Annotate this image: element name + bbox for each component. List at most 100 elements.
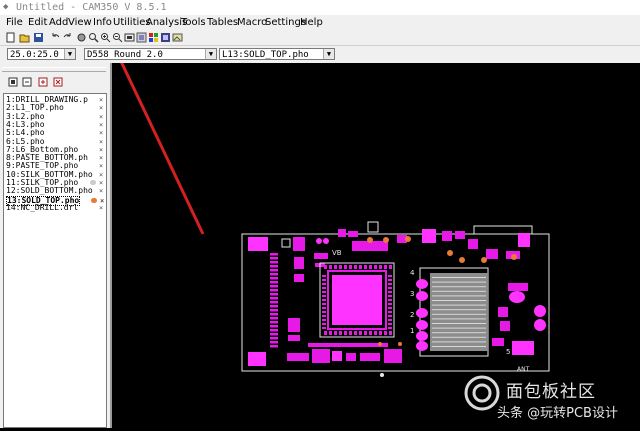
layer-add-icon[interactable] [38,77,48,87]
menu-utilities[interactable]: Utilities [113,15,151,30]
edge-pad [270,329,278,332]
shield-line [432,332,486,334]
menu-file[interactable]: File [6,15,23,30]
edge-pad [270,345,278,348]
save-icon[interactable] [33,32,44,43]
edge-pad [270,285,278,288]
layer-toggle-icon[interactable]: × [99,121,103,129]
layer-toggle-icon[interactable]: × [99,179,103,187]
window-title: Untitled - CAM350 V 8.5.1 [16,2,167,13]
zoom-in-icon[interactable] [100,32,111,43]
layer-visible-icon[interactable] [22,77,32,87]
component-pad [288,335,300,341]
menu-info[interactable]: Info [93,15,112,30]
menu-bar: File Edit Add View Info Utilities Analys… [0,15,640,30]
layer-toggle-icon[interactable]: × [99,204,103,212]
redo-icon[interactable] [62,32,73,43]
menu-macro[interactable]: Macro [237,15,267,30]
menu-add[interactable]: Add [49,15,68,30]
layer-color-swatch[interactable] [91,197,97,203]
component-pad [534,305,546,317]
silk-label-4: 4 [410,269,415,277]
dcode-select[interactable]: D558 Round 2.0 ▼ [84,48,217,60]
chevron-down-icon[interactable]: ▼ [323,49,334,59]
chevron-down-icon[interactable]: ▼ [205,49,216,59]
edge-pad [270,341,278,344]
component-pad [509,291,525,303]
layer-toggle-icon[interactable]: × [99,104,103,112]
shield-line [432,346,486,347]
cpu-pin [322,291,326,293]
cpu-pin [388,307,392,309]
zoom-window-icon[interactable] [88,32,99,43]
shield-line [432,290,486,292]
layer-toggle-icon[interactable]: × [99,138,103,146]
layer-toggle-icon[interactable]: × [99,171,103,179]
via-accent [511,254,517,260]
layer-color-swatch[interactable] [90,180,96,185]
layer-toggle-icon[interactable]: × [99,162,103,170]
component-pad [348,231,358,237]
shield-pad [416,291,428,301]
menu-tables[interactable]: Tables [207,15,238,30]
watermark-logo-icon [464,375,500,411]
silk-label-1: 1 [410,327,414,335]
cpu-pin [324,331,327,335]
fit-all-icon[interactable] [124,32,135,43]
layer-toggle-icon[interactable]: × [99,146,103,154]
shield-line [432,313,486,315]
cpu-pin [334,265,337,269]
cpu-pin [388,327,392,329]
redraw-icon[interactable] [136,32,147,43]
cpu-pin [388,279,392,281]
undo-icon[interactable] [50,32,61,43]
silk-label-2: 2 [410,311,414,319]
layer-panel: 1:DRILL_DRAWING.p × 2:L1_TOP.pho × 3:L2.pho ×… [0,63,112,428]
menu-view[interactable]: View [68,15,92,30]
layer-colors-icon[interactable] [148,32,159,43]
menu-edit[interactable]: Edit [28,15,47,30]
pan-icon[interactable] [76,32,87,43]
status-toolbar: 25.0:25.0 ▼ D558 Round 2.0 ▼ L13:SOLD_TO… [0,46,640,63]
layer-toggle-icon[interactable]: × [99,129,103,137]
image-icon[interactable] [172,32,183,43]
zoom-select[interactable]: 25.0:25.0 ▼ [7,48,76,60]
settings-icon[interactable] [160,32,171,43]
edge-connector-pads [270,253,278,348]
cpu-pin [388,303,392,305]
zoom-select-value: 25.0:25.0 [10,50,59,60]
layer-toggle-icon[interactable]: × [99,113,103,121]
component-pad [294,257,304,269]
cpu-pin [322,283,326,285]
edge-pad [270,325,278,328]
via [316,238,322,244]
layer-toggle-icon[interactable]: × [99,96,103,104]
shield-line [432,295,486,297]
panel-grip[interactable] [2,67,106,72]
edge-pad [270,321,278,324]
shield-pad [416,341,428,351]
layer-item[interactable]: 12:SOLD_BOTTOM.pho × [6,187,103,196]
cpu-pin [324,265,327,269]
cpu-pin [334,331,337,335]
component-pad [534,319,546,331]
cpu-pin [322,323,326,325]
layer-toggle-icon[interactable]: × [99,154,103,162]
layer-all-on-icon[interactable] [8,77,18,87]
shield-pad [416,308,428,318]
component-pad [500,321,510,331]
via-accent [447,250,453,256]
component-pad [455,231,465,239]
watermark-sub-text: 头条 @玩转PCB设计 [497,406,618,421]
layer-toggle-icon[interactable]: × [99,187,103,195]
chevron-down-icon[interactable]: ▼ [64,49,75,59]
layer-item[interactable]: 14:NC_DRILL.drl × [6,203,103,212]
zoom-out-icon[interactable] [112,32,123,43]
layer-select[interactable]: L13:SOLD_TOP.pho ▼ [219,48,335,60]
open-folder-icon[interactable] [19,32,30,43]
menu-tools[interactable]: Tools [181,15,206,30]
menu-help[interactable]: Help [300,15,323,30]
new-file-icon[interactable] [5,32,16,43]
component-pad [312,349,330,363]
layer-delete-icon[interactable] [53,77,63,87]
